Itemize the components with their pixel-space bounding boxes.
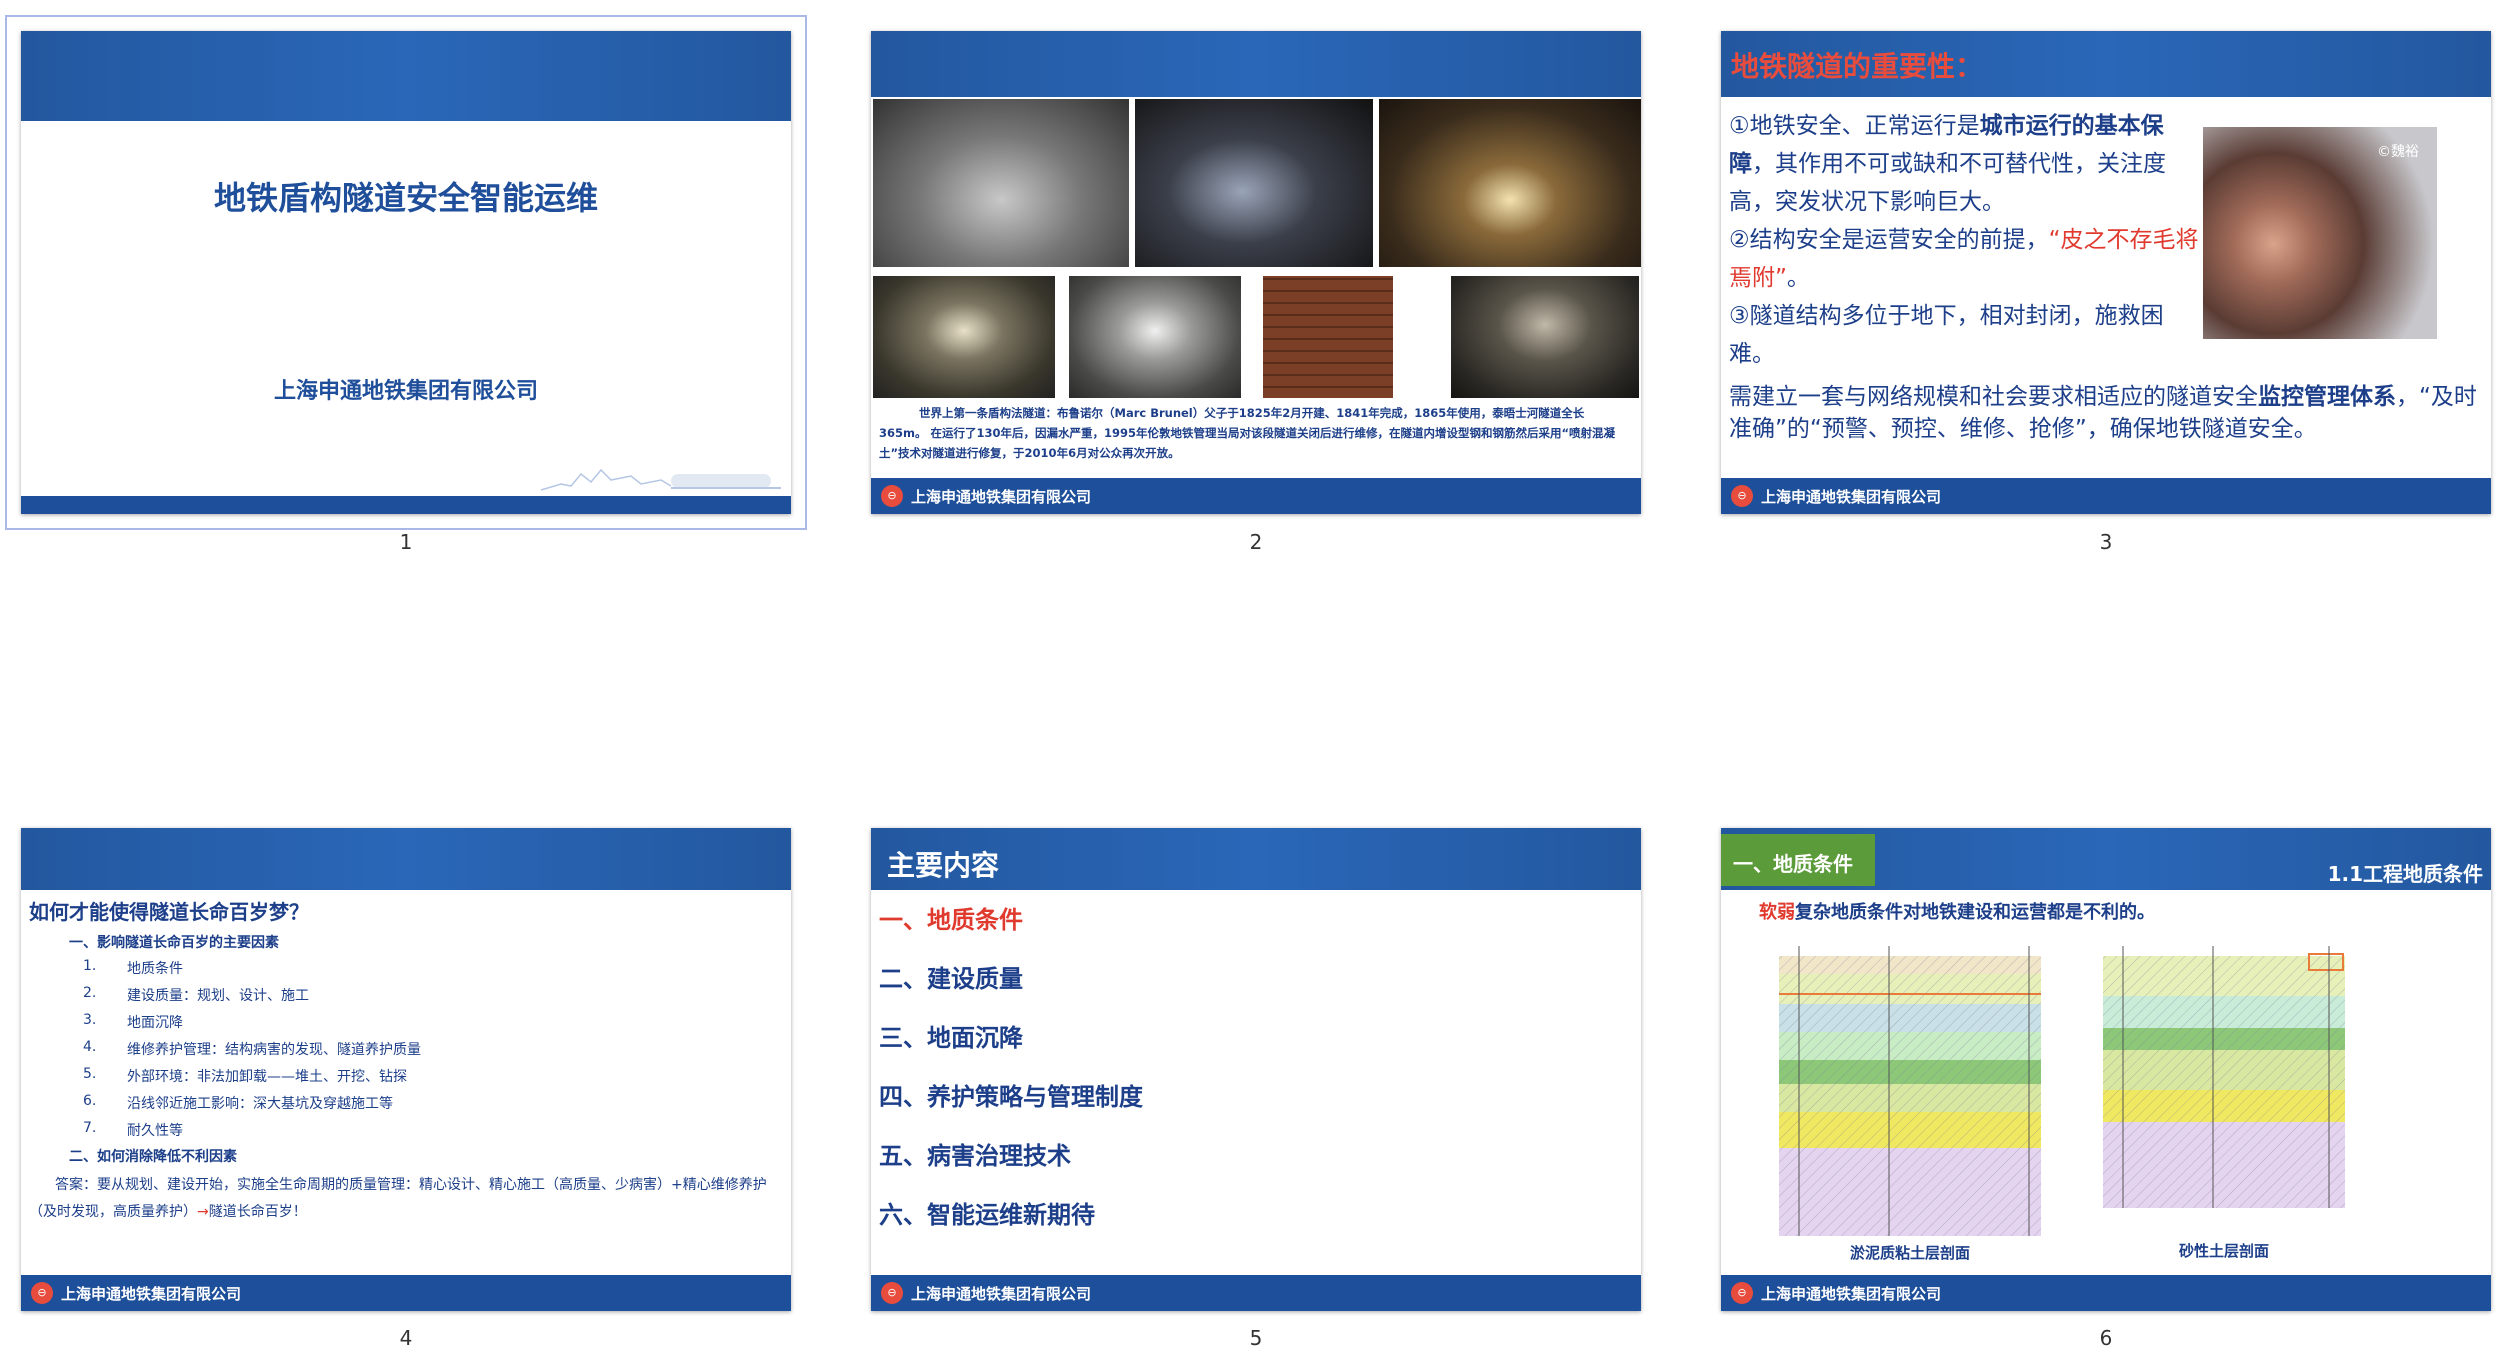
slide-thumbnail-1[interactable]: 地铁盾构隧道安全智能运维 上海申通地铁集团有限公司 [5,15,807,530]
list-item: 6. 沿线邻近施工影响：深大基坑及穿越施工等 [69,1093,769,1120]
slide-number-4: 4 [399,1326,413,1350]
slide-footer-bar: ⊖ 上海申通地铁集团有限公司 [871,478,1641,514]
slide-header-bar [21,31,791,121]
metro-logo-icon: ⊖ [881,485,903,507]
toc-item: 四、养护策略与管理制度 [879,1083,1143,1111]
photo-watermark: ©魏裕 [2377,144,2419,160]
slide-footer-bar: ⊖ 上海申通地铁集团有限公司 [21,1275,791,1311]
tunnel-photo-2 [1135,99,1373,267]
section-heading-2: 二、如何消除降低不利因素 [69,1149,237,1165]
footer-company: 上海申通地铁集团有限公司 [911,1285,1092,1303]
list-item-number: 6. [83,1093,97,1109]
tunnel-photo-6 [1263,276,1393,398]
list-item: 4. 维修养护管理：结构病害的发现、隧道养护质量 [69,1039,769,1066]
answer-text: 答案：要从规划、建设开始，实施全生命周期的质量管理：精心设计、精心施工（高质量、… [29,1177,767,1220]
footer-company: 上海申通地铁集团有限公司 [1761,488,1942,506]
slide-thumbnail-2[interactable]: 世界上第一条盾构法隧道：布鲁诺尔（Marc Brunel）父子于1825年2月开… [871,31,1641,514]
clay-profile-label: 淤泥质粘土层剖面 [1849,1244,1970,1262]
lead-sentence: 软弱复杂地质条件对地铁建设和运营都是不利的。 [1759,902,2155,923]
list-item-text: 维修养护管理：结构病害的发现、隧道养护质量 [127,1042,421,1058]
list-item: 3. 地面沉降 [69,1012,769,1039]
footer-company: 上海申通地铁集团有限公司 [61,1285,242,1303]
slide-number-2: 2 [1249,530,1263,554]
list-item-number: 3. [83,1012,97,1028]
slide-header-bar [21,828,791,890]
toc-list: 一、地质条件 二、建设质量 三、地面沉降四、养护策略与管理制度 五、病害治理技术 六、智… [879,900,1579,1254]
toc-item: 一、地质条件 [879,906,1023,934]
slide-header-bar: 地铁隧道的重要性： [1721,31,2491,97]
toc-item: 五、病害治理技术 [879,1142,1071,1170]
slide-header-bar [871,31,1641,97]
tunnel-photo-5 [1069,276,1241,398]
list-item-text: 地质条件 [127,961,183,977]
slide-number-6: 6 [2099,1326,2113,1350]
slide-thumbnail-4[interactable]: 如何才能使得隧道长命百岁梦？ 一、影响隧道长命百岁的主要因素 1. 地质条件 2. 建… [21,828,791,1311]
list-item-number: 5. [83,1066,97,1082]
tunnel-photo-1 [873,99,1129,267]
slide-footer-bar: ⊖ 上海申通地铁集团有限公司 [1721,1275,2491,1311]
list-item: 5. 外部环境：非法加卸载——堆土、开挖、钻探 [69,1066,769,1093]
footer-company: 上海申通地铁集团有限公司 [1761,1285,1942,1303]
slide-footer-bar: ⊖ 上海申通地铁集团有限公司 [871,1275,1641,1311]
slide-number-3: 3 [2099,530,2113,554]
list-item-text: 耐久性等 [127,1123,183,1139]
slide-subtitle: 1.1工程地质条件 [2327,862,2483,886]
toc-item: 二、建设质量 [879,965,1023,993]
tunnel-photo-3 [1379,99,1641,267]
list-item-number: 2. [83,985,97,1001]
metro-logo-icon: ⊖ [881,1282,903,1304]
section-tab: 一、地质条件 [1721,834,1875,886]
tunnel-photo-4 [873,276,1055,398]
paragraph-3: ③隧道结构多位于地下，相对封闭，施救困难。 [1729,303,2164,367]
toc-item: 六、智能运维新期待 [879,1201,1095,1229]
slide-title: 地铁盾构隧道安全智能运维 [213,179,598,217]
slide-thumbnail-3[interactable]: 地铁隧道的重要性： ©魏裕 ①地铁安全、正常运行是城市运行的基本保障，其作用不可… [1721,31,2491,514]
toc-item: 三、地面沉降 [879,1024,1023,1052]
slide-header: 主要内容 [887,849,1000,882]
list-item: 7. 耐久性等 [69,1120,769,1147]
list-item-text: 地面沉降 [127,1015,183,1031]
paragraph-1: ①地铁安全、正常运行是城市运行的基本保障，其作用不可或缺和不可替代性，关注度高，… [1729,113,2166,215]
metro-logo-icon: ⊖ [1731,485,1753,507]
list-item: 2. 建设质量：规划、设计、施工 [69,985,769,1012]
slide-header-bar: 主要内容 [871,828,1641,890]
list-item-text: 建设质量：规划、设计、施工 [127,988,309,1004]
section-heading-1: 一、影响隧道长命百岁的主要因素 [69,935,279,951]
clay-soil-profile [1779,946,2041,1236]
slide-thumbnail-5[interactable]: 主要内容 一、地质条件 二、建设质量 三、地面沉降四、养护策略与管理制度 五、病害治理… [871,828,1641,1311]
list-item-text: 外部环境：非法加卸载——堆土、开挖、钻探 [127,1069,407,1085]
paragraph-4: 需建立一套与网络规模和社会要求相适应的隧道安全监控管理体系，“及时准确”的“预警… [1729,384,2477,442]
metro-logo-icon: ⊖ [31,1282,53,1304]
sand-soil-profile [2103,946,2345,1208]
slide-header-bar: 一、地质条件 1.1工程地质条件 [1721,828,2491,890]
list-item-number: 4. [83,1039,97,1055]
slide-number-5: 5 [1249,1326,1263,1350]
company-name: 上海申通地铁集团有限公司 [273,379,538,404]
tunnel-photo-7 [1451,276,1639,398]
list-item-number: 7. [83,1120,97,1136]
factor-list: 1. 地质条件 2. 建设质量：规划、设计、施工 3. 地面沉降 4. 维修养护管理：结构病害… [69,958,769,1147]
footer-company: 上海申通地铁集团有限公司 [911,488,1092,506]
slide-thumbnail-6[interactable]: 一、地质条件 1.1工程地质条件 软弱复杂地质条件对地铁建设和运营都是不利的。 … [1721,828,2491,1311]
paragraph-2: ②结构安全是运营安全的前提，“皮之不存毛将焉附”。 [1729,227,2199,291]
slide-question: 如何才能使得隧道长命百岁梦？ [29,900,309,924]
list-item-text: 沿线邻近施工影响：深大基坑及穿越施工等 [127,1096,393,1112]
city-skyline-icon [541,468,781,491]
sand-profile-label: 砂性土层剖面 [2178,1242,2269,1260]
list-item: 1. 地质条件 [69,958,769,985]
slide-footer-bar [21,496,791,514]
slide-number-1: 1 [399,530,413,554]
list-item-number: 1. [83,958,97,974]
slide-caption: 世界上第一条盾构法隧道：布鲁诺尔（Marc Brunel）父子于1825年2月开… [879,406,1616,460]
slide-heading: 地铁隧道的重要性： [1731,50,1984,83]
metro-logo-icon: ⊖ [1731,1282,1753,1304]
slide-footer-bar: ⊖ 上海申通地铁集团有限公司 [1721,478,2491,514]
